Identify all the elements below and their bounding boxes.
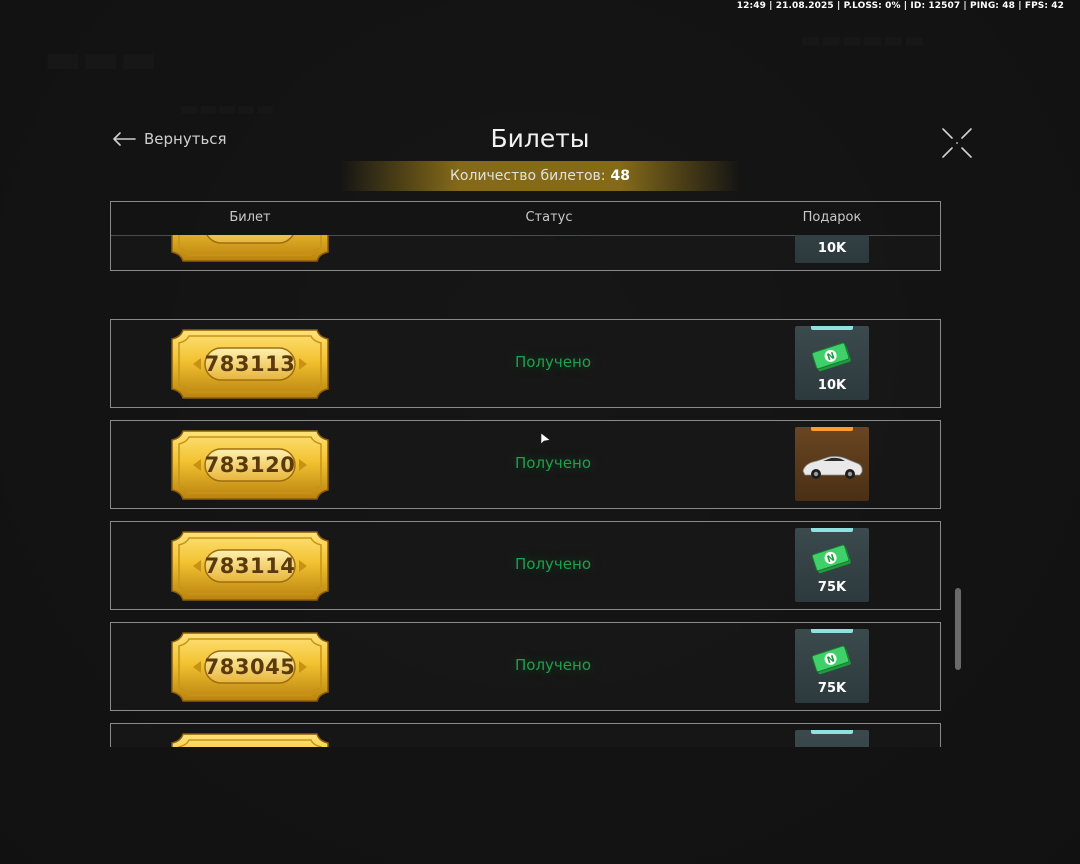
lottery-ticket: 783119 [169, 235, 331, 264]
gift-amount: 75K [817, 580, 847, 595]
ticket-count-banner: Количество билетов: 48 [340, 161, 740, 191]
column-header-gift: Подарок [802, 210, 862, 225]
table-row: 783045 Получено N 75K [110, 622, 941, 711]
lottery-ticket: 783114 [169, 529, 331, 603]
tickets-list[interactable]: 783119Получено N 10K 783113Получено N 10… [110, 235, 942, 747]
system-status-bar: 12:49 | 21.08.2025 | P.LOSS: 0% | ID: 12… [736, 1, 1064, 11]
gift-card[interactable] [795, 427, 869, 501]
gift-card[interactable]: N [795, 730, 869, 747]
cash-icon: N [810, 235, 854, 237]
cash-icon: N [811, 746, 850, 747]
table-row: 783114 Получено N 75K [110, 521, 941, 610]
lottery-ticket: 783045 [169, 630, 331, 704]
ticket-count-label: Количество билетов: [449, 168, 606, 184]
table-header: Билет Статус Подарок [110, 201, 941, 236]
gift-amount: 10K [817, 378, 847, 393]
ticket-number: 783045 [204, 655, 296, 679]
page-title: Билеты [490, 124, 590, 153]
gift-card[interactable]: N 10K [795, 235, 869, 263]
ticket-status: Получено [515, 454, 591, 472]
ticket-status: Получено [515, 353, 591, 371]
table-row: N [110, 723, 941, 747]
cash-icon: N [811, 342, 851, 372]
cash-icon: N [811, 544, 851, 574]
ticket-number: 783120 [204, 453, 296, 477]
column-header-status: Статус [525, 210, 573, 225]
ticket-status: Получено [515, 555, 591, 573]
column-header-ticket: Билет [229, 210, 271, 225]
ticket-number: 783119 [169, 235, 331, 264]
ticket-status: Получено [515, 656, 591, 674]
scrollbar[interactable] [955, 588, 961, 670]
gift-card[interactable]: N 75K [795, 629, 869, 703]
ticket-number: 783114 [204, 554, 296, 578]
close-button[interactable] [940, 126, 974, 160]
lottery-ticket [169, 731, 331, 747]
ticket-count-value: 48 [610, 168, 631, 184]
mouse-cursor-icon [540, 432, 551, 445]
gift-amount: 75K [817, 681, 847, 696]
gift-card[interactable]: N 75K [795, 528, 869, 602]
ticket-number: 783113 [204, 352, 296, 376]
cash-icon: N [811, 645, 851, 675]
table-row: 783119Получено N 10K [110, 235, 941, 271]
gift-card[interactable]: N 10K [795, 326, 869, 400]
ticket-number [169, 731, 331, 747]
car-icon [802, 456, 863, 479]
table-row: 783113 Получено N 10K [110, 319, 941, 408]
close-icon [942, 128, 972, 158]
gift-amount: 10K [817, 241, 847, 256]
lottery-ticket: 783113 [169, 327, 331, 401]
table-row: 783120 Получено [110, 420, 941, 509]
lottery-ticket: 783120 [169, 428, 331, 502]
